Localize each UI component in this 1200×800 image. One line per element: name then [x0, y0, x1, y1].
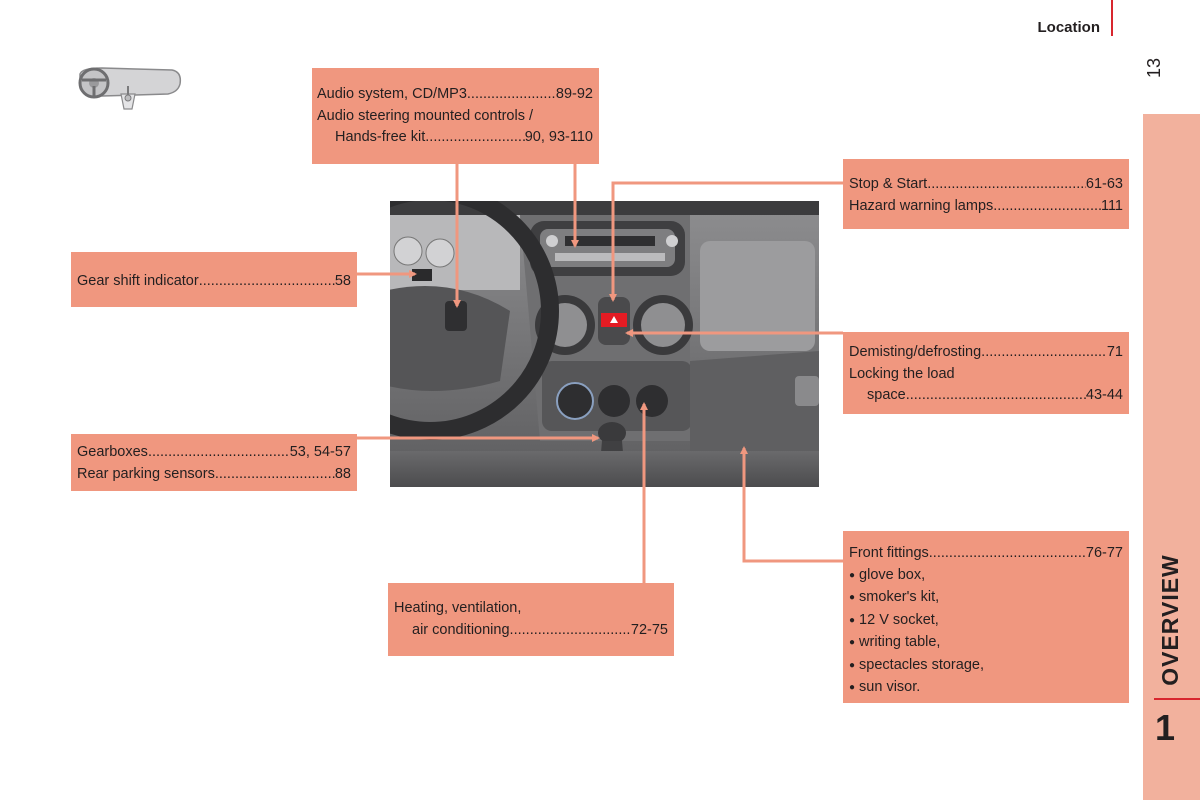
leader-dots	[906, 385, 1086, 407]
index-entry[interactable]: Demisting/defrosting 71	[849, 342, 1123, 364]
bullet-item: glove box,	[849, 565, 1123, 588]
entry-label: space	[867, 387, 906, 403]
entry-label: Audio system, CD/MP3	[317, 86, 467, 102]
entry-pages[interactable]: 53, 54-57	[290, 442, 351, 464]
entry-label: Front fittings	[849, 545, 929, 561]
entry-pages[interactable]: 90, 93-110	[525, 127, 593, 149]
bullet-item: 12 V socket,	[849, 610, 1123, 633]
entry-label: Gearboxes	[77, 444, 148, 460]
callout-gearboxes: Gearboxes 53, 54-57 Rear parking sensors…	[71, 434, 357, 491]
index-entry: Locking the load	[849, 364, 1123, 386]
page-number: 13	[1144, 57, 1164, 79]
bullet-item: writing table,	[849, 632, 1123, 655]
index-entry[interactable]: Hands-free kit 90, 93-110	[317, 127, 593, 149]
leader-dots	[215, 464, 335, 486]
leader-dots	[425, 127, 524, 149]
gear-shift-indicator-display	[412, 269, 432, 281]
index-entry: Audio steering mounted controls /	[317, 106, 593, 128]
bullet-item: smoker's kit,	[849, 587, 1123, 610]
index-entry[interactable]: Front fittings 76-77	[849, 543, 1123, 565]
entry-label: Hazard warning lamps	[849, 197, 994, 214]
entry-pages[interactable]: 71	[1107, 342, 1123, 364]
bullet-item: sun visor.	[849, 677, 1123, 700]
entry-label: Heating, ventilation,	[394, 600, 522, 616]
entry-label: Audio steering mounted controls /	[317, 107, 534, 124]
dashboard-illustration	[390, 201, 819, 487]
entry-pages[interactable]: 58	[335, 271, 351, 293]
index-entry[interactable]: Stop & Start 61-63	[849, 174, 1123, 196]
entry-label: Rear parking sensors	[77, 465, 215, 482]
header-accent-rule	[1111, 0, 1113, 36]
entry-label: Hands-free kit	[335, 129, 426, 145]
chapter-number: 1	[1154, 707, 1176, 748]
chapter-tab-rule	[1154, 698, 1200, 700]
index-entry[interactable]: Gear shift indicator 58	[77, 271, 351, 293]
callout-demisting: Demisting/defrosting 71 Locking the load…	[843, 332, 1129, 414]
entry-label: air conditioning	[412, 621, 510, 638]
index-entry[interactable]: Rear parking sensors 88	[77, 464, 351, 486]
callout-heating: Heating, ventilation, air conditioning 7…	[388, 583, 674, 656]
index-entry[interactable]: space 43-44	[849, 385, 1123, 407]
entry-pages[interactable]: 88	[335, 464, 351, 486]
steering-wheel-gear-icon	[78, 67, 182, 110]
entry-label: Stop & Start	[849, 176, 928, 192]
index-entry: Heating, ventilation,	[394, 598, 668, 620]
leader-dots	[927, 174, 1086, 196]
callout-stop-start: Stop & Start 61-63 Hazard warning lamps …	[843, 159, 1129, 229]
index-entry[interactable]: Hazard warning lamps 111	[849, 196, 1123, 218]
leader-dots	[199, 271, 335, 293]
entry-pages[interactable]: 76-77	[1086, 543, 1123, 565]
chapter-tab-label: OVERVIEW	[1157, 554, 1183, 686]
callout-audio: Audio system, CD/MP3 89-92 Audio steerin…	[312, 68, 599, 164]
leader-dots	[467, 84, 556, 106]
entry-label: Gear shift indicator	[77, 273, 199, 289]
entry-pages[interactable]: 43-44	[1086, 385, 1123, 407]
callout-gear-shift: Gear shift indicator 58	[71, 252, 357, 307]
entry-pages[interactable]: 111	[1101, 196, 1123, 218]
leader-dots	[981, 342, 1107, 364]
entry-pages[interactable]: 61-63	[1086, 174, 1123, 196]
entry-label: Locking the load	[849, 365, 955, 382]
index-entry[interactable]: air conditioning 72-75	[394, 620, 668, 642]
leader-dots	[993, 196, 1101, 218]
leader-dots	[148, 442, 290, 464]
entry-label: Demisting/defrosting	[849, 344, 982, 360]
section-title: Location	[1037, 19, 1101, 36]
index-entry[interactable]: Audio system, CD/MP3 89-92	[317, 84, 593, 106]
bullet-item: spectacles storage,	[849, 655, 1123, 678]
index-entry[interactable]: Gearboxes 53, 54-57	[77, 442, 351, 464]
leader-dots	[510, 620, 631, 642]
leader-dots	[929, 543, 1086, 565]
entry-pages[interactable]: 72-75	[631, 620, 668, 642]
callout-front-fittings: Front fittings 76-77 glove box, smoker's…	[843, 531, 1129, 703]
entry-pages[interactable]: 89-92	[556, 84, 593, 106]
